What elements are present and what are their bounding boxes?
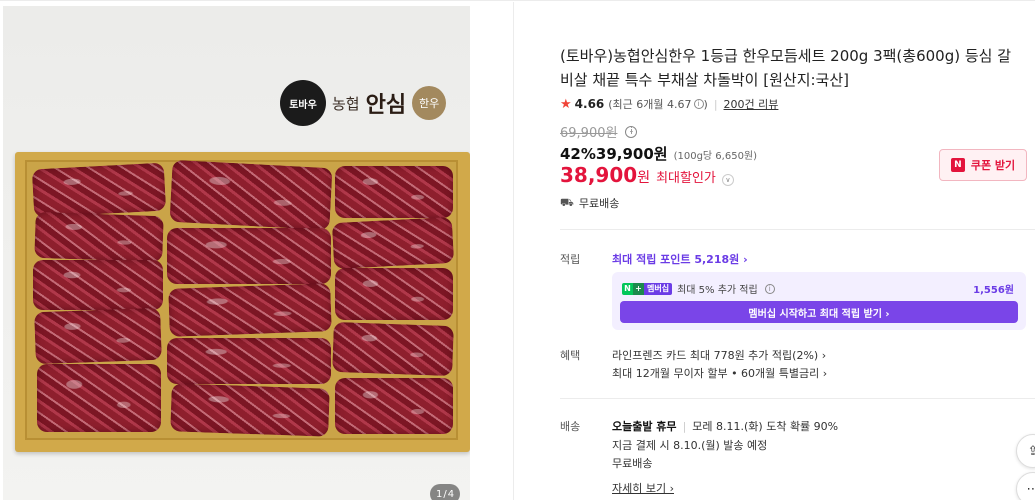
shipping-fee: 무료배송 (612, 457, 653, 470)
meat-cut (332, 321, 454, 377)
membership-badge: 멤버십 (644, 282, 673, 295)
unit-price: (100g당 6,650원) (673, 151, 758, 162)
meat-cut (335, 378, 453, 434)
meat-cut (34, 211, 164, 263)
benefits-label: 혜택 (560, 349, 581, 362)
meat-cut (335, 166, 453, 218)
counter-current: 1 (435, 488, 443, 500)
chevron-down-icon[interactable]: ∨ (721, 174, 734, 186)
brand-badge: 한우 (412, 86, 447, 120)
product-page: 토바우 농협 안심 한우 1 / 4 (토바우)농협안심한우 1등급 한우모듬세… (0, 0, 1035, 500)
shipping-summary: ⛟ 무료배송 (560, 195, 619, 211)
info-icon[interactable]: i (693, 99, 704, 109)
rating-row: ★ 4.66 (최근 6개월 4.67 i ) | 200건 리뷰 (560, 96, 778, 112)
naver-plus-badge: N + 멤버십 (622, 282, 673, 295)
membership-start-button[interactable]: 멤버십 시작하고 최대 적립 받기 › (620, 301, 1018, 323)
membership-text: 최대 5% 추가 적립 (677, 285, 758, 296)
sale-price-value: 39,900원 (595, 145, 668, 163)
truck-icon: ⛟ (560, 195, 574, 209)
tray-inner (25, 159, 458, 440)
shipping-arrival: 오늘출발 휴무 | 모레 8.11.(화) 도착 확률 90% (612, 418, 838, 434)
discount-rate: 42% (560, 145, 596, 163)
max-points-link[interactable]: 최대 적립 포인트 5,218원 › (612, 251, 748, 267)
naver-n-icon: N (950, 158, 965, 172)
meat-cut (33, 260, 163, 310)
shipping-short: 무료배송 (578, 197, 620, 210)
plus-icon: + (633, 282, 644, 295)
meat-cut (37, 364, 161, 432)
meat-cut (170, 383, 330, 437)
brand-main: 안심 (365, 92, 407, 118)
counter-sep: / (443, 488, 447, 500)
shipping-holiday: 오늘출발 휴무 (612, 420, 677, 433)
brand-emblem: 토바우 (280, 80, 326, 126)
card-benefit-link[interactable]: 라인프렌즈 카드 최대 778원 추가 적립(2%) › (612, 347, 826, 363)
shipping-arrival-text: 모레 8.11.(화) 도착 확률 90% (692, 420, 839, 433)
max-discount-value: 38,900 (560, 163, 638, 187)
product-title: (토바우)농협안심한우 1등급 한우모듬세트 200g 3팩(총600g) 등심… (560, 47, 1012, 89)
meat-cut (335, 268, 453, 320)
rating-recent-close: ) (703, 97, 708, 111)
rating-recent: (최근 6개월 4.67 (608, 98, 692, 111)
rating-score: 4.66 (574, 97, 605, 111)
shipping-label: 배송 (560, 420, 581, 433)
original-price: 69,900원 i (560, 122, 638, 141)
max-discount-currency: 원 (637, 170, 651, 186)
meat-cut (168, 283, 332, 337)
share-icon[interactable]: ⇪ (1016, 434, 1035, 468)
shipping-dispatch: 지금 결제 시 8.10.(월) 발송 예정 (612, 439, 768, 452)
membership-amount: 1,556원 (973, 285, 1014, 296)
info-icon[interactable]: i (764, 283, 775, 294)
coupon-label: 쿠폰 받기 (970, 159, 1016, 172)
meat-cut (331, 216, 455, 270)
sale-price: 42%39,900원 (560, 143, 668, 164)
meat-cut (169, 159, 333, 231)
more-icon[interactable]: ⋯ (1016, 472, 1035, 500)
divider-bar: | (713, 97, 718, 111)
section-divider (560, 398, 1035, 399)
product-gallery: 토바우 농협 안심 한우 1 / 4 (0, 2, 514, 500)
section-divider (560, 229, 1035, 230)
max-discount-label: 최대할인가 (656, 171, 716, 186)
image-counter: 1/4 (430, 484, 460, 500)
brand-logo: 토바우 농협 안심 한우 (280, 80, 447, 126)
meat-cut (34, 307, 162, 365)
shipping-more-link[interactable]: 자세히 보기 › (612, 480, 674, 496)
max-discount-price: 38,900원 (560, 163, 650, 187)
meat-cut (31, 162, 167, 218)
points-label: 적립 (560, 253, 581, 266)
installment-link[interactable]: 최대 12개월 무이자 할부 • 60개월 특별금리 › (612, 365, 827, 381)
coupon-button[interactable]: N 쿠폰 받기 (939, 149, 1027, 181)
n-icon: N (622, 282, 633, 295)
meat-cut (167, 228, 331, 284)
star-icon: ★ (560, 96, 572, 112)
original-price-value: 69,900원 (560, 126, 618, 141)
max-discount-row: 38,900원 최대할인가 ∨ (560, 163, 734, 187)
meat-cut (167, 338, 331, 384)
membership-info: N + 멤버십 최대 5% 추가 적립 i (622, 281, 775, 296)
brand-prefix: 농협 (332, 94, 360, 113)
divider-bar: | (682, 420, 687, 433)
membership-box: N + 멤버십 최대 5% 추가 적립 i 1,556원 멤버십 시작하고 최대… (612, 272, 1026, 330)
counter-total: 4 (447, 488, 455, 500)
sale-price-row: 42%39,900원 (100g당 6,650원) (560, 143, 757, 164)
product-main-image[interactable]: 토바우 농협 안심 한우 1 / 4 (3, 6, 470, 500)
meat-tray (15, 152, 470, 452)
review-link[interactable]: 200건 리뷰 (724, 96, 779, 112)
info-icon[interactable]: i (625, 125, 638, 138)
